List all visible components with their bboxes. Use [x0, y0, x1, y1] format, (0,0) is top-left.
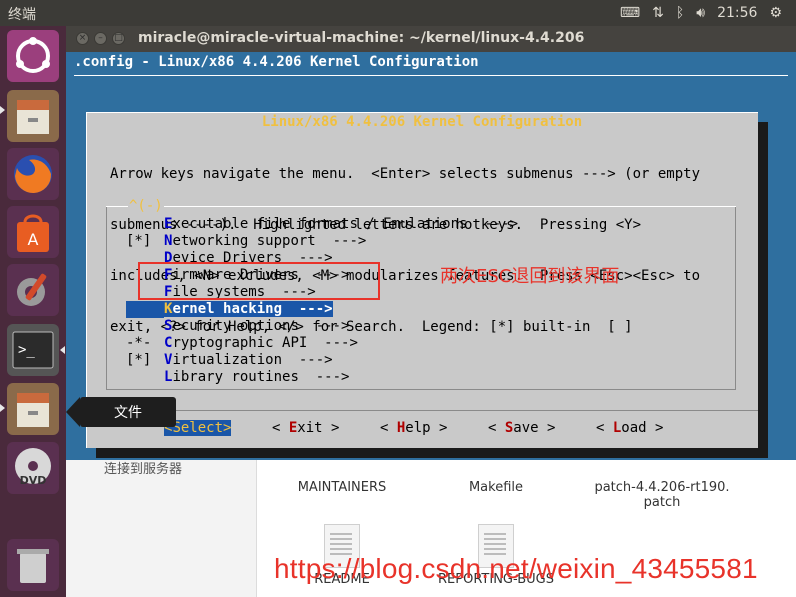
menu-item-executable-formats[interactable]: Executable file formats / Emulations ---…: [126, 216, 726, 233]
running-indicator: [0, 404, 5, 412]
software-center-button[interactable]: A: [7, 206, 59, 258]
file-maintainers[interactable]: MAINTAINERS: [272, 448, 412, 495]
ubuntu-dash-button[interactable]: [7, 30, 59, 82]
system-settings-button[interactable]: [7, 264, 59, 316]
button-separator: [86, 410, 758, 411]
watermark: https://blog.csdn.net/weixin_43455581: [274, 553, 758, 584]
trash-launcher-button[interactable]: [7, 539, 59, 591]
volume-icon[interactable]: 🔊︎: [696, 0, 705, 26]
files-launcher-button[interactable]: [7, 90, 59, 142]
clock[interactable]: 21:56: [717, 5, 757, 21]
dvd-launcher-button[interactable]: DVD: [7, 442, 59, 494]
terminal-launcher-button[interactable]: >_: [7, 324, 59, 376]
trash-icon: [7, 539, 59, 591]
svg-text:A: A: [28, 230, 39, 249]
menu-item-virtualization[interactable]: [*] Virtualization --->: [126, 352, 726, 369]
svg-text:DVD: DVD: [20, 474, 47, 487]
dvd-disc-icon: DVD: [7, 442, 59, 494]
save-button[interactable]: < Save >: [488, 420, 555, 437]
minimize-icon[interactable]: –: [94, 32, 107, 45]
file-name: patch-4.4.206-rt190. patch: [594, 480, 730, 510]
network-icon[interactable]: ⇅: [652, 0, 664, 26]
ubuntu-logo-icon: [7, 30, 59, 82]
file-name: MAINTAINERS: [297, 480, 387, 495]
menu-item-security-options[interactable]: Security options --->: [126, 318, 726, 335]
firefox-icon: [7, 148, 59, 200]
config-header: .config - Linux/x86 4.4.206 Kernel Confi…: [74, 52, 788, 74]
keyboard-icon[interactable]: ⌨: [620, 0, 640, 26]
help-line: Arrow keys navigate the menu. <Enter> se…: [110, 166, 701, 182]
file-name: Makefile: [468, 480, 524, 495]
top-panel: 终端 ⌨ ⇅ ᛒ 🔊︎ 21:56 ⚙: [0, 0, 796, 26]
file-makefile[interactable]: Makefile: [426, 448, 566, 495]
file-manager-sidebar: 连接到服务器: [66, 460, 257, 597]
launcher-tooltip: 文件: [66, 397, 176, 427]
button-row: <Select> < Exit > < Help > < Save > < Lo…: [86, 420, 758, 438]
app-name: 终端: [8, 7, 36, 23]
close-icon[interactable]: ×: [76, 32, 89, 45]
running-indicator: [0, 106, 5, 114]
svg-text:>_: >_: [18, 342, 35, 358]
power-gear-icon[interactable]: ⚙: [769, 0, 782, 26]
menu-box-edge: [106, 206, 736, 207]
connect-to-server-item[interactable]: 连接到服务器: [104, 458, 182, 477]
scroll-up-indicator: ^(-): [128, 198, 164, 215]
bluetooth-icon[interactable]: ᛒ: [676, 0, 684, 26]
load-button[interactable]: < Load >: [596, 420, 663, 437]
menu-item-networking[interactable]: [*] Networking support --->: [126, 233, 726, 250]
file-patch[interactable]: patch-4.4.206-rt190. patch: [582, 448, 742, 510]
menu-item-cryptographic-api[interactable]: -*- Cryptographic API --->: [126, 335, 726, 352]
maximize-icon[interactable]: □: [112, 32, 125, 45]
annotation-text: 两次ESC退回到该界面: [440, 266, 620, 287]
menu-item-kernel-hacking[interactable]: Kernel hacking --->: [126, 301, 726, 318]
window-titlebar[interactable]: × – □ miracle@miracle-virtual-machine: ~…: [66, 26, 796, 52]
window-title: miracle@miracle-virtual-machine: ~/kerne…: [138, 30, 585, 46]
active-window-indicator: [60, 346, 65, 354]
terminal-window: × – □ miracle@miracle-virtual-machine: ~…: [66, 26, 796, 460]
file-cabinet-icon: [7, 90, 59, 142]
header-rule: [74, 75, 788, 76]
exit-button[interactable]: < Exit >: [272, 420, 339, 437]
launcher: A >_ DVD: [0, 26, 66, 597]
menu-item-library-routines[interactable]: Library routines --->: [126, 369, 726, 386]
settings-wrench-icon: [7, 264, 59, 316]
shopping-bag-icon: A: [7, 206, 59, 258]
annotation-box: [138, 262, 380, 300]
firefox-launcher-button[interactable]: [7, 148, 59, 200]
terminal-icon: >_: [7, 324, 59, 376]
files-launcher-button-2[interactable]: [7, 383, 59, 435]
system-tray: ⌨ ⇅ ᛒ 🔊︎ 21:56 ⚙: [620, 0, 796, 26]
help-button[interactable]: < Help >: [380, 420, 447, 437]
dialog-title: Linux/x86 4.4.206 Kernel Configuration: [261, 114, 583, 130]
menu-list: Executable file formats / Emulations ---…: [126, 216, 726, 386]
file-cabinet-icon: [7, 383, 59, 435]
